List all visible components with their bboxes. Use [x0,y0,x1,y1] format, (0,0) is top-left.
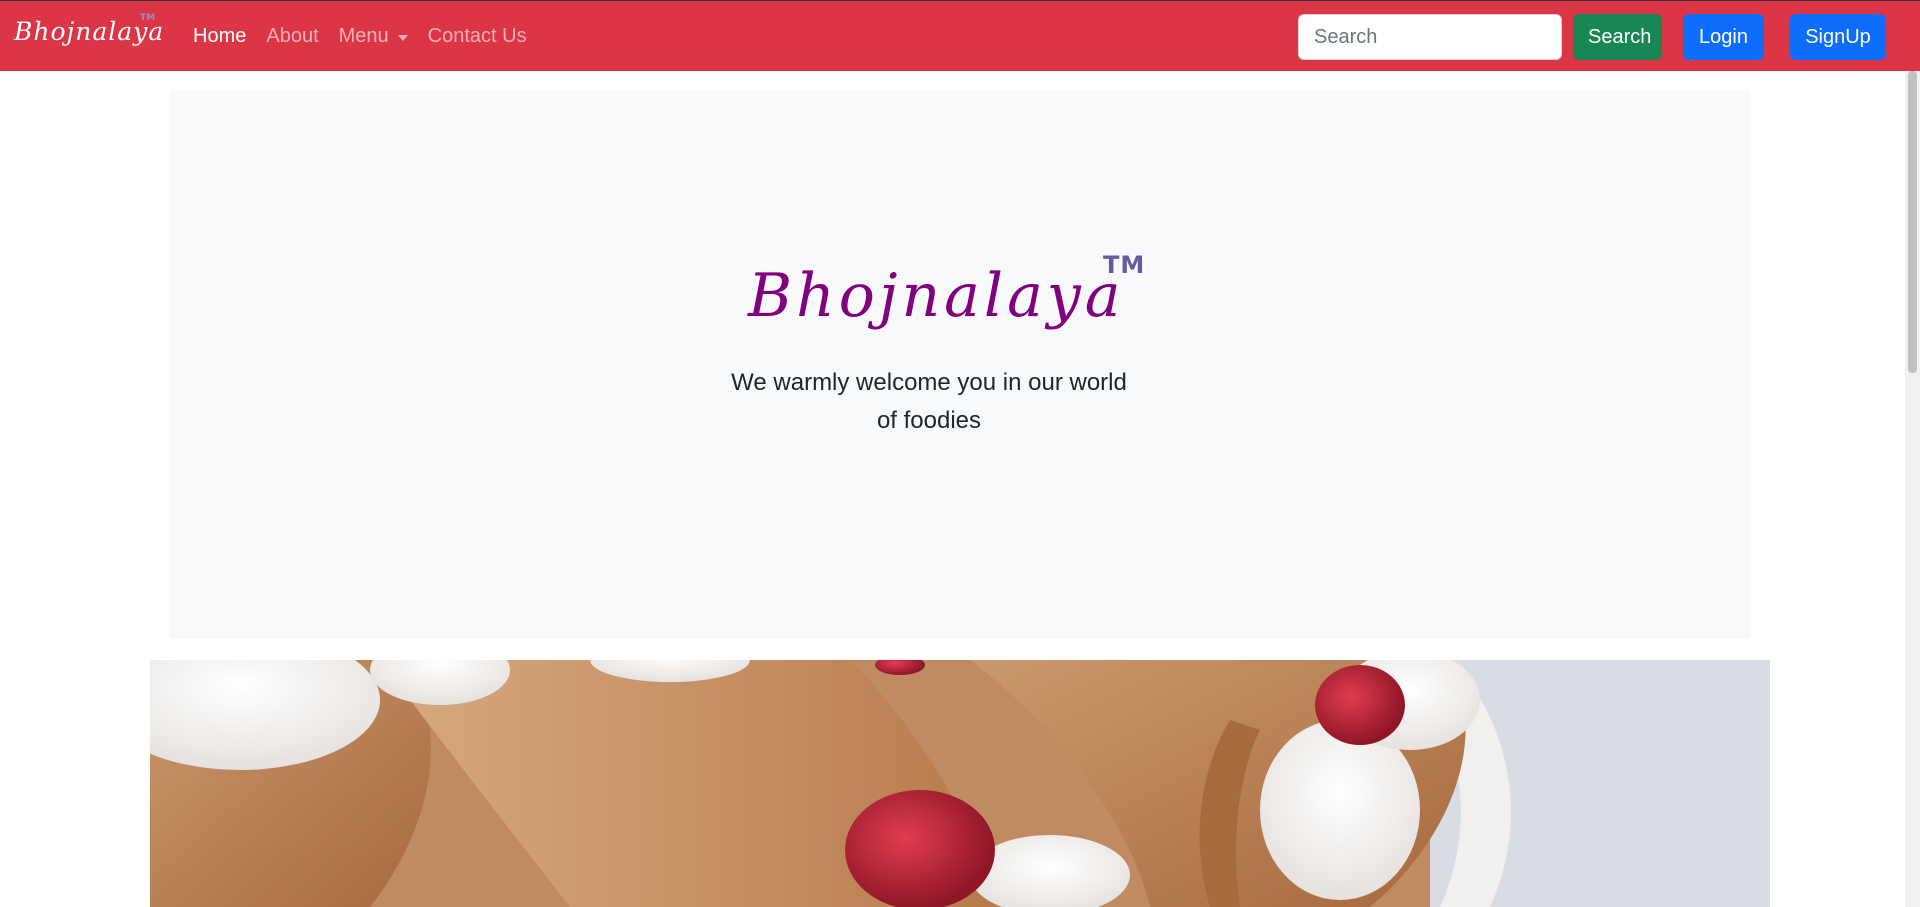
caret-down-icon [397,34,408,41]
login-button[interactable]: Login [1683,14,1764,60]
search-input[interactable] [1298,14,1562,60]
food-banner-image [150,660,1770,907]
search-button[interactable]: Search [1573,14,1662,60]
hero-jumbotron: Bhojnalaya TM We warmly welcome you in o… [169,91,1751,639]
nav-link-about[interactable]: About [256,25,328,48]
scrollbar-thumb[interactable] [1908,71,1917,373]
nav-dropdown-menu[interactable]: Menu [329,25,418,48]
navbar: Bhojnalaya TM Home About Menu Contact Us… [0,0,1920,71]
hero-title: Bhojnalaya [748,261,1125,331]
nav-link-contact-us[interactable]: Contact Us [418,25,537,48]
search-form: Search [1298,14,1662,60]
hero-welcome-text: We warmly welcome you in our world of fo… [731,369,1127,434]
nav-links: Home About Menu Contact Us [183,1,537,72]
page-scrollbar[interactable] [1905,71,1920,907]
nav-link-home[interactable]: Home [183,25,256,48]
signup-button[interactable]: SignUp [1790,14,1886,60]
food-photo-illustration [150,660,1770,907]
hero-trademark: TM [1103,251,1146,279]
brand-trademark: TM [140,13,156,23]
nav-dropdown-menu-label: Menu [338,25,389,47]
